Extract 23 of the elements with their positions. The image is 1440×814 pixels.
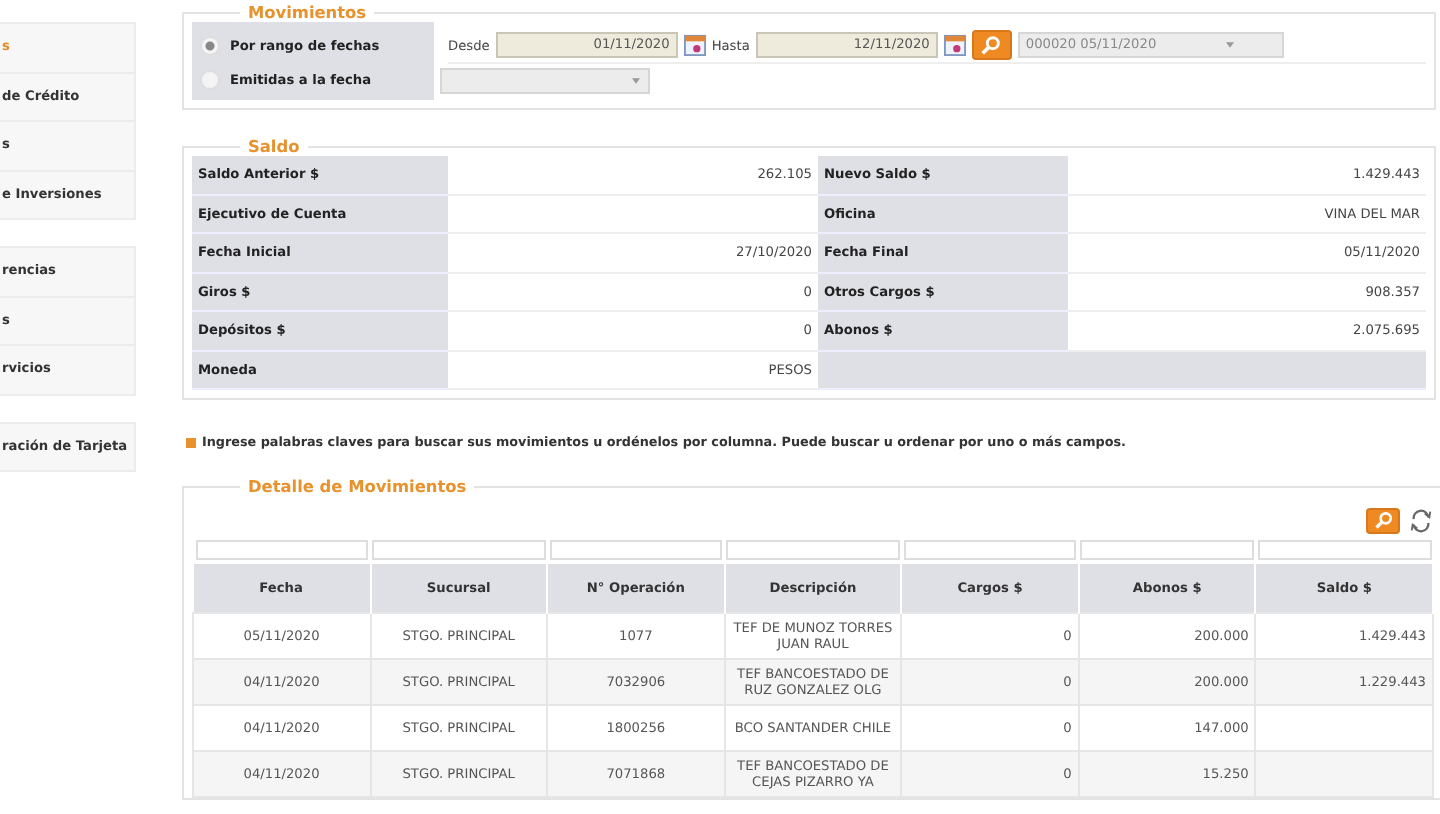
search-icon [980, 34, 1003, 56]
refresh-icon[interactable] [1408, 507, 1434, 533]
calendar-icon[interactable] [683, 34, 706, 56]
filter-field[interactable] [726, 540, 900, 560]
caret-icon [632, 78, 640, 84]
section-title: Detalle de Movimientos [246, 476, 469, 496]
section-title: Saldo [246, 136, 302, 156]
filter-field[interactable] [372, 540, 546, 560]
filter-field[interactable] [549, 540, 723, 560]
radio-button[interactable] [200, 35, 220, 55]
search-button[interactable] [971, 30, 1012, 60]
calendar-icon[interactable] [943, 34, 966, 56]
caret-icon [1225, 42, 1234, 48]
radio-button[interactable] [200, 69, 220, 89]
bullet-icon [186, 437, 196, 447]
filter-field[interactable] [195, 540, 369, 560]
section-title: Movimientos [246, 2, 369, 22]
filter-field[interactable] [903, 540, 1077, 560]
filter-field[interactable] [1080, 540, 1254, 560]
search-button[interactable] [1366, 507, 1400, 533]
filter-field[interactable] [1257, 540, 1431, 560]
dropdown[interactable] [440, 68, 650, 94]
search-icon [1373, 510, 1393, 530]
